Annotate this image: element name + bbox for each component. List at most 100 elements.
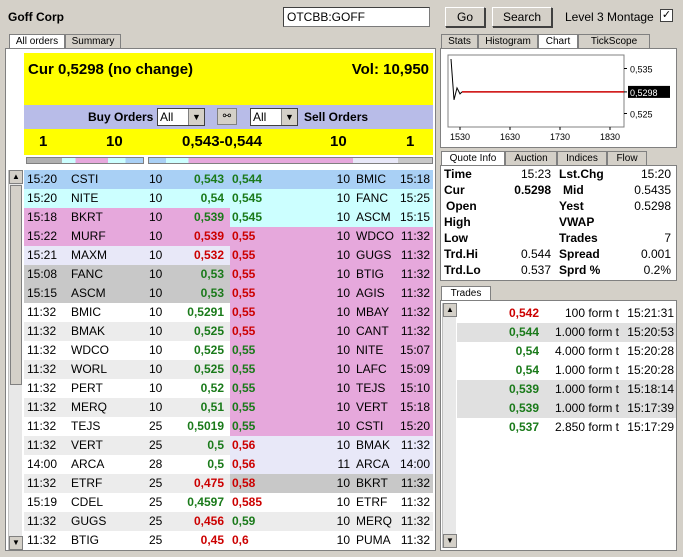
bid-row[interactable]: 15:21 MAXM 10 0,532 — [24, 246, 230, 265]
ask-price: 0,585 — [232, 495, 263, 509]
bid-row[interactable]: 11:32 BTIG 25 0,45 — [24, 531, 230, 550]
trades-scrollbar[interactable]: ▲ ▼ — [442, 303, 457, 548]
ask-mm: CSTI — [356, 419, 384, 433]
tab-tickscope[interactable]: TickScope — [578, 34, 650, 48]
tab-summary[interactable]: Summary — [65, 34, 121, 48]
scroll-thumb[interactable] — [10, 185, 22, 385]
orders-scrollbar[interactable]: ▲ ▼ — [8, 170, 23, 550]
buy-orders-label: Buy Orders — [88, 110, 154, 124]
search-button[interactable]: Search — [492, 7, 552, 27]
bid-row[interactable]: 15:20 CSTI 10 0,543 — [24, 170, 230, 189]
ask-row[interactable]: 0,6 10 PUMA 11:32 — [230, 531, 433, 550]
bid-row[interactable]: 11:32 WDCO 10 0,525 — [24, 341, 230, 360]
bid-mm: ASCM — [71, 286, 106, 300]
tab-trades[interactable]: Trades — [441, 286, 491, 300]
tab-indices[interactable]: Indices — [557, 151, 607, 165]
bid-row[interactable]: 11:32 PERT 10 0,52 — [24, 379, 230, 398]
sell-filter-select[interactable]: All ▼ — [250, 108, 298, 126]
bid-time: 15:20 — [27, 191, 58, 205]
trade-row[interactable]: 0,542 100 form t 15:21:31 — [457, 304, 676, 323]
x-tick-label: 1830 — [600, 132, 620, 142]
bid-row[interactable]: 15:15 ASCM 10 0,53 — [24, 284, 230, 303]
ask-mm: MBAY — [356, 305, 390, 319]
ask-row[interactable]: 0,55 10 LAFC 15:09 — [230, 360, 433, 379]
tab-trades-label: Trades — [450, 288, 482, 299]
bid-mm: BMAK — [71, 324, 106, 338]
bid-row[interactable]: 15:19 CDEL 25 0,4597 — [24, 493, 230, 512]
ask-row[interactable]: 0,56 10 BMAK 11:32 — [230, 436, 433, 455]
ask-row[interactable]: 0,58 10 BKRT 11:32 — [230, 474, 433, 493]
ask-row[interactable]: 0,55 10 WDCO 11:32 — [230, 227, 433, 246]
trade-price: 0,539 — [508, 382, 539, 396]
ask-row[interactable]: 0,55 10 MBAY 11:32 — [230, 303, 433, 322]
ask-row[interactable]: 0,545 10 ASCM 15:15 — [230, 208, 433, 227]
ask-price: 0,59 — [232, 514, 256, 528]
tab-quote-info-label: Quote Info — [449, 153, 497, 164]
tab-summary-label: Summary — [71, 36, 115, 47]
ask-row[interactable]: 0,59 10 MERQ 11:32 — [230, 512, 433, 531]
trade-row[interactable]: 0,54 4.000 form t 15:20:28 — [457, 342, 676, 361]
ask-row[interactable]: 0,545 10 FANC 15:25 — [230, 189, 433, 208]
tab-quote-info[interactable]: Quote Info — [441, 151, 505, 165]
tab-chart[interactable]: Chart — [538, 34, 578, 48]
buy-filter-select[interactable]: All ▼ — [157, 108, 205, 126]
bid-row[interactable]: 11:32 WORL 10 0,525 — [24, 360, 230, 379]
ask-size: 11 — [337, 457, 350, 471]
ask-row[interactable]: 0,585 10 ETRF 11:32 — [230, 493, 433, 512]
bid-row[interactable]: 11:32 BMAK 10 0,525 — [24, 322, 230, 341]
bid-count: 1 — [39, 133, 48, 150]
ask-row[interactable]: 0,55 10 VERT 15:18 — [230, 398, 433, 417]
scroll-up-icon[interactable]: ▲ — [443, 303, 457, 317]
bid-mm: BMIC — [71, 305, 101, 319]
ask-price: 0,544 — [232, 172, 263, 186]
ask-row[interactable]: 0,56 11 ARCA 14:00 — [230, 455, 433, 474]
bid-row[interactable]: 11:32 TEJS 25 0,5019 — [24, 417, 230, 436]
trade-row[interactable]: 0,544 1.000 form t 15:20:53 — [457, 323, 676, 342]
ask-mm: ETRF — [356, 495, 388, 509]
ask-row[interactable]: 0,55 10 CANT 11:32 — [230, 322, 433, 341]
bid-size: 10 — [149, 191, 163, 205]
tab-flow[interactable]: Flow — [607, 151, 647, 165]
bid-size: 10 — [149, 229, 163, 243]
ask-row[interactable]: 0,55 10 CSTI 15:20 — [230, 417, 433, 436]
bid-row[interactable]: 11:32 MERQ 10 0,51 — [24, 398, 230, 417]
ask-time: 11:32 — [400, 305, 430, 319]
ask-row[interactable]: 0,55 10 TEJS 15:10 — [230, 379, 433, 398]
tab-auction[interactable]: Auction — [505, 151, 557, 165]
trade-row[interactable]: 0,54 1.000 form t 15:20:28 — [457, 361, 676, 380]
bid-row[interactable]: 11:32 GUGS 25 0,456 — [24, 512, 230, 531]
ask-row[interactable]: 0,55 10 NITE 15:07 — [230, 341, 433, 360]
y-tick-label: 0,525 — [630, 110, 653, 120]
bid-row[interactable]: 15:08 FANC 10 0,53 — [24, 265, 230, 284]
trade-qty: 4.000 form t — [554, 344, 619, 358]
bid-price: 0,54 — [200, 191, 224, 205]
scroll-down-icon[interactable]: ▼ — [9, 536, 23, 550]
ask-row[interactable]: 0,55 10 AGIS 11:32 — [230, 284, 433, 303]
y-tick-label: 0,535 — [630, 65, 653, 75]
bid-row[interactable]: 11:32 ETRF 25 0,475 — [24, 474, 230, 493]
bid-time: 11:32 — [27, 514, 57, 528]
ask-mm: BMAK — [356, 438, 391, 452]
bid-row[interactable]: 15:22 MURF 10 0,539 — [24, 227, 230, 246]
link-icon[interactable]: ⚯ — [217, 108, 237, 125]
bid-row[interactable]: 15:20 NITE 10 0,54 — [24, 189, 230, 208]
trade-row[interactable]: 0,539 1.000 form t 15:17:39 — [457, 399, 676, 418]
trade-row[interactable]: 0,539 1.000 form t 15:18:14 — [457, 380, 676, 399]
bid-row[interactable]: 11:32 VERT 25 0,5 — [24, 436, 230, 455]
inside-spread: 0,543-0,544 — [182, 133, 263, 150]
ask-row[interactable]: 0,544 10 BMIC 15:18 — [230, 170, 433, 189]
tab-stats[interactable]: Stats — [441, 34, 478, 48]
go-button[interactable]: Go — [445, 7, 485, 27]
bid-row[interactable]: 14:00 ARCA 28 0,5 — [24, 455, 230, 474]
level3-checkbox[interactable]: ✓ — [660, 9, 673, 22]
ask-row[interactable]: 0,55 10 BTIG 11:32 — [230, 265, 433, 284]
scroll-up-icon[interactable]: ▲ — [9, 170, 23, 184]
symbol-input[interactable]: OTCBB:GOFF — [283, 7, 430, 27]
ask-row[interactable]: 0,55 10 GUGS 11:32 — [230, 246, 433, 265]
bid-row[interactable]: 11:32 BMIC 10 0,5291 — [24, 303, 230, 322]
tab-histogram[interactable]: Histogram — [478, 34, 538, 48]
bid-row[interactable]: 15:18 BKRT 10 0,539 — [24, 208, 230, 227]
scroll-down-icon[interactable]: ▼ — [443, 534, 457, 548]
trade-row[interactable]: 0,537 2.850 form t 15:17:29 — [457, 418, 676, 437]
tab-all-orders[interactable]: All orders — [9, 34, 65, 48]
